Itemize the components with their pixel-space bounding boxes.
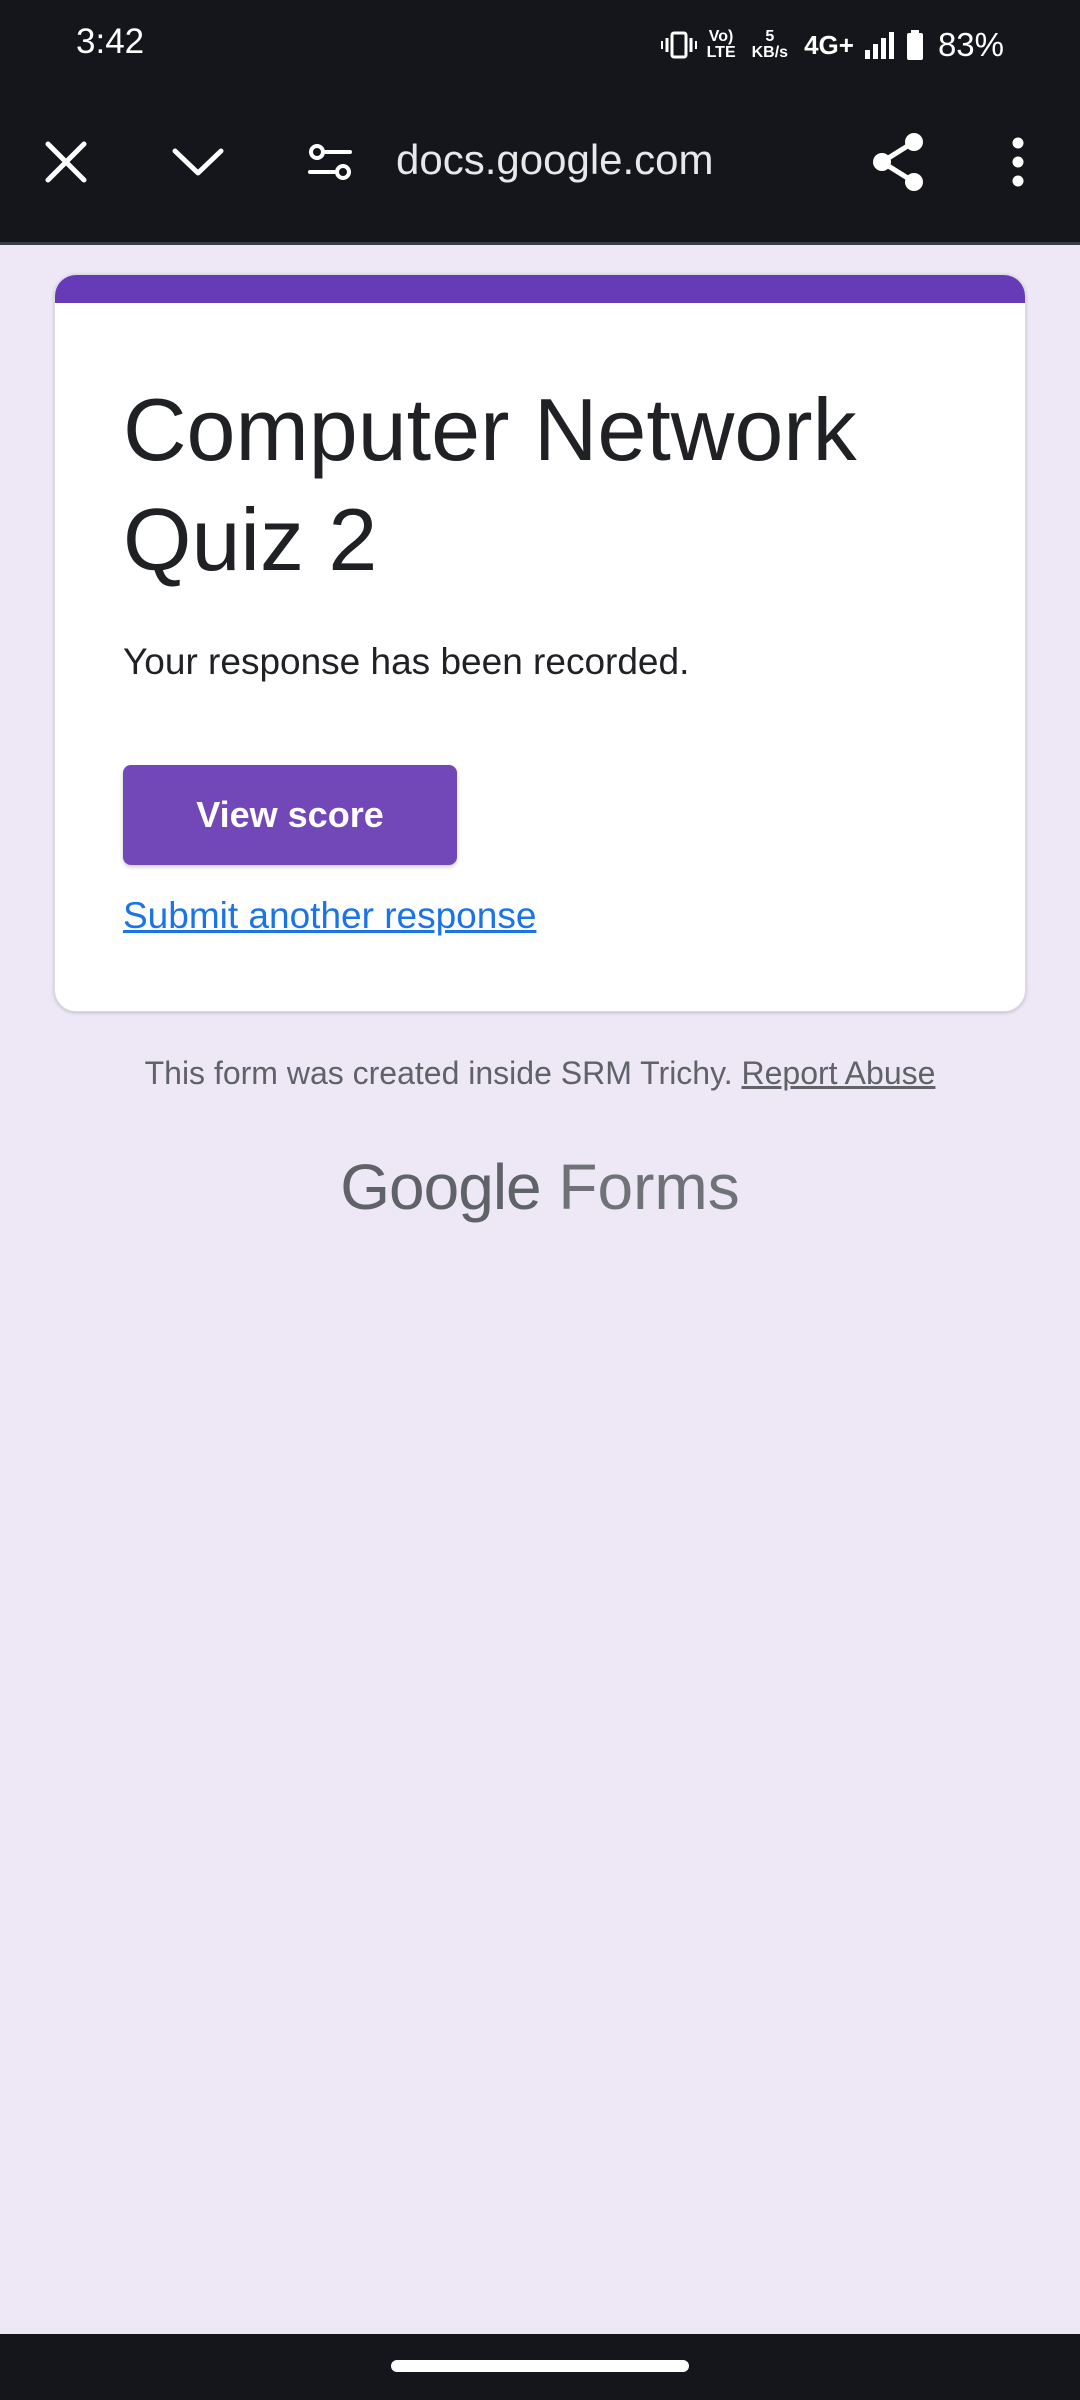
status-icons: Vo) LTE 5 KB/s 4G+ 83% <box>660 20 1004 70</box>
home-gesture-handle[interactable] <box>391 2360 689 2372</box>
vibrate-icon <box>660 30 697 60</box>
volte-bottom: LTE <box>706 44 736 61</box>
share-icon[interactable] <box>858 122 938 202</box>
confirmation-card: Computer Network Quiz 2 Your response ha… <box>54 274 1026 1012</box>
network-speed: 5 KB/s <box>752 29 788 61</box>
more-vert-icon[interactable] <box>978 122 1058 202</box>
signal-icon <box>864 30 896 60</box>
network-type: 4G+ <box>804 29 854 60</box>
browser-toolbar: docs.google.com <box>0 92 1080 245</box>
site-settings-icon[interactable] <box>290 122 370 202</box>
speed-unit: KB/s <box>751 44 789 61</box>
view-score-button[interactable]: View score <box>123 765 457 865</box>
submit-another-response-link[interactable]: Submit another response <box>123 895 536 937</box>
battery-icon <box>906 30 924 60</box>
brand-forms: Forms <box>558 1151 740 1223</box>
form-title: Computer Network Quiz 2 <box>123 380 857 589</box>
close-icon[interactable] <box>26 122 106 202</box>
url-bar[interactable]: docs.google.com <box>396 136 714 184</box>
footer-note-text: This form was created inside SRM Trichy. <box>144 1055 733 1091</box>
chevron-down-icon[interactable] <box>158 122 238 202</box>
status-time: 3:42 <box>76 22 145 61</box>
status-bar: 3:42 Vo) LTE 5 KB/s 4G+ 83% <box>0 0 1080 92</box>
report-abuse-link[interactable]: Report Abuse <box>742 1055 936 1091</box>
google-forms-logo[interactable]: Google Forms <box>0 1150 1080 1224</box>
footer-note: This form was created inside SRM Trichy.… <box>0 1055 1080 1092</box>
battery-percent: 83% <box>937 26 1004 63</box>
response-recorded-message: Your response has been recorded. <box>123 641 690 682</box>
system-nav-bar <box>0 2334 1080 2400</box>
speed-value: 5 <box>765 28 775 45</box>
volte-top: Vo) <box>708 28 734 45</box>
volte-icon: Vo) LTE <box>707 29 736 61</box>
brand-google: Google <box>340 1151 541 1223</box>
card-accent-bar <box>55 275 1025 303</box>
